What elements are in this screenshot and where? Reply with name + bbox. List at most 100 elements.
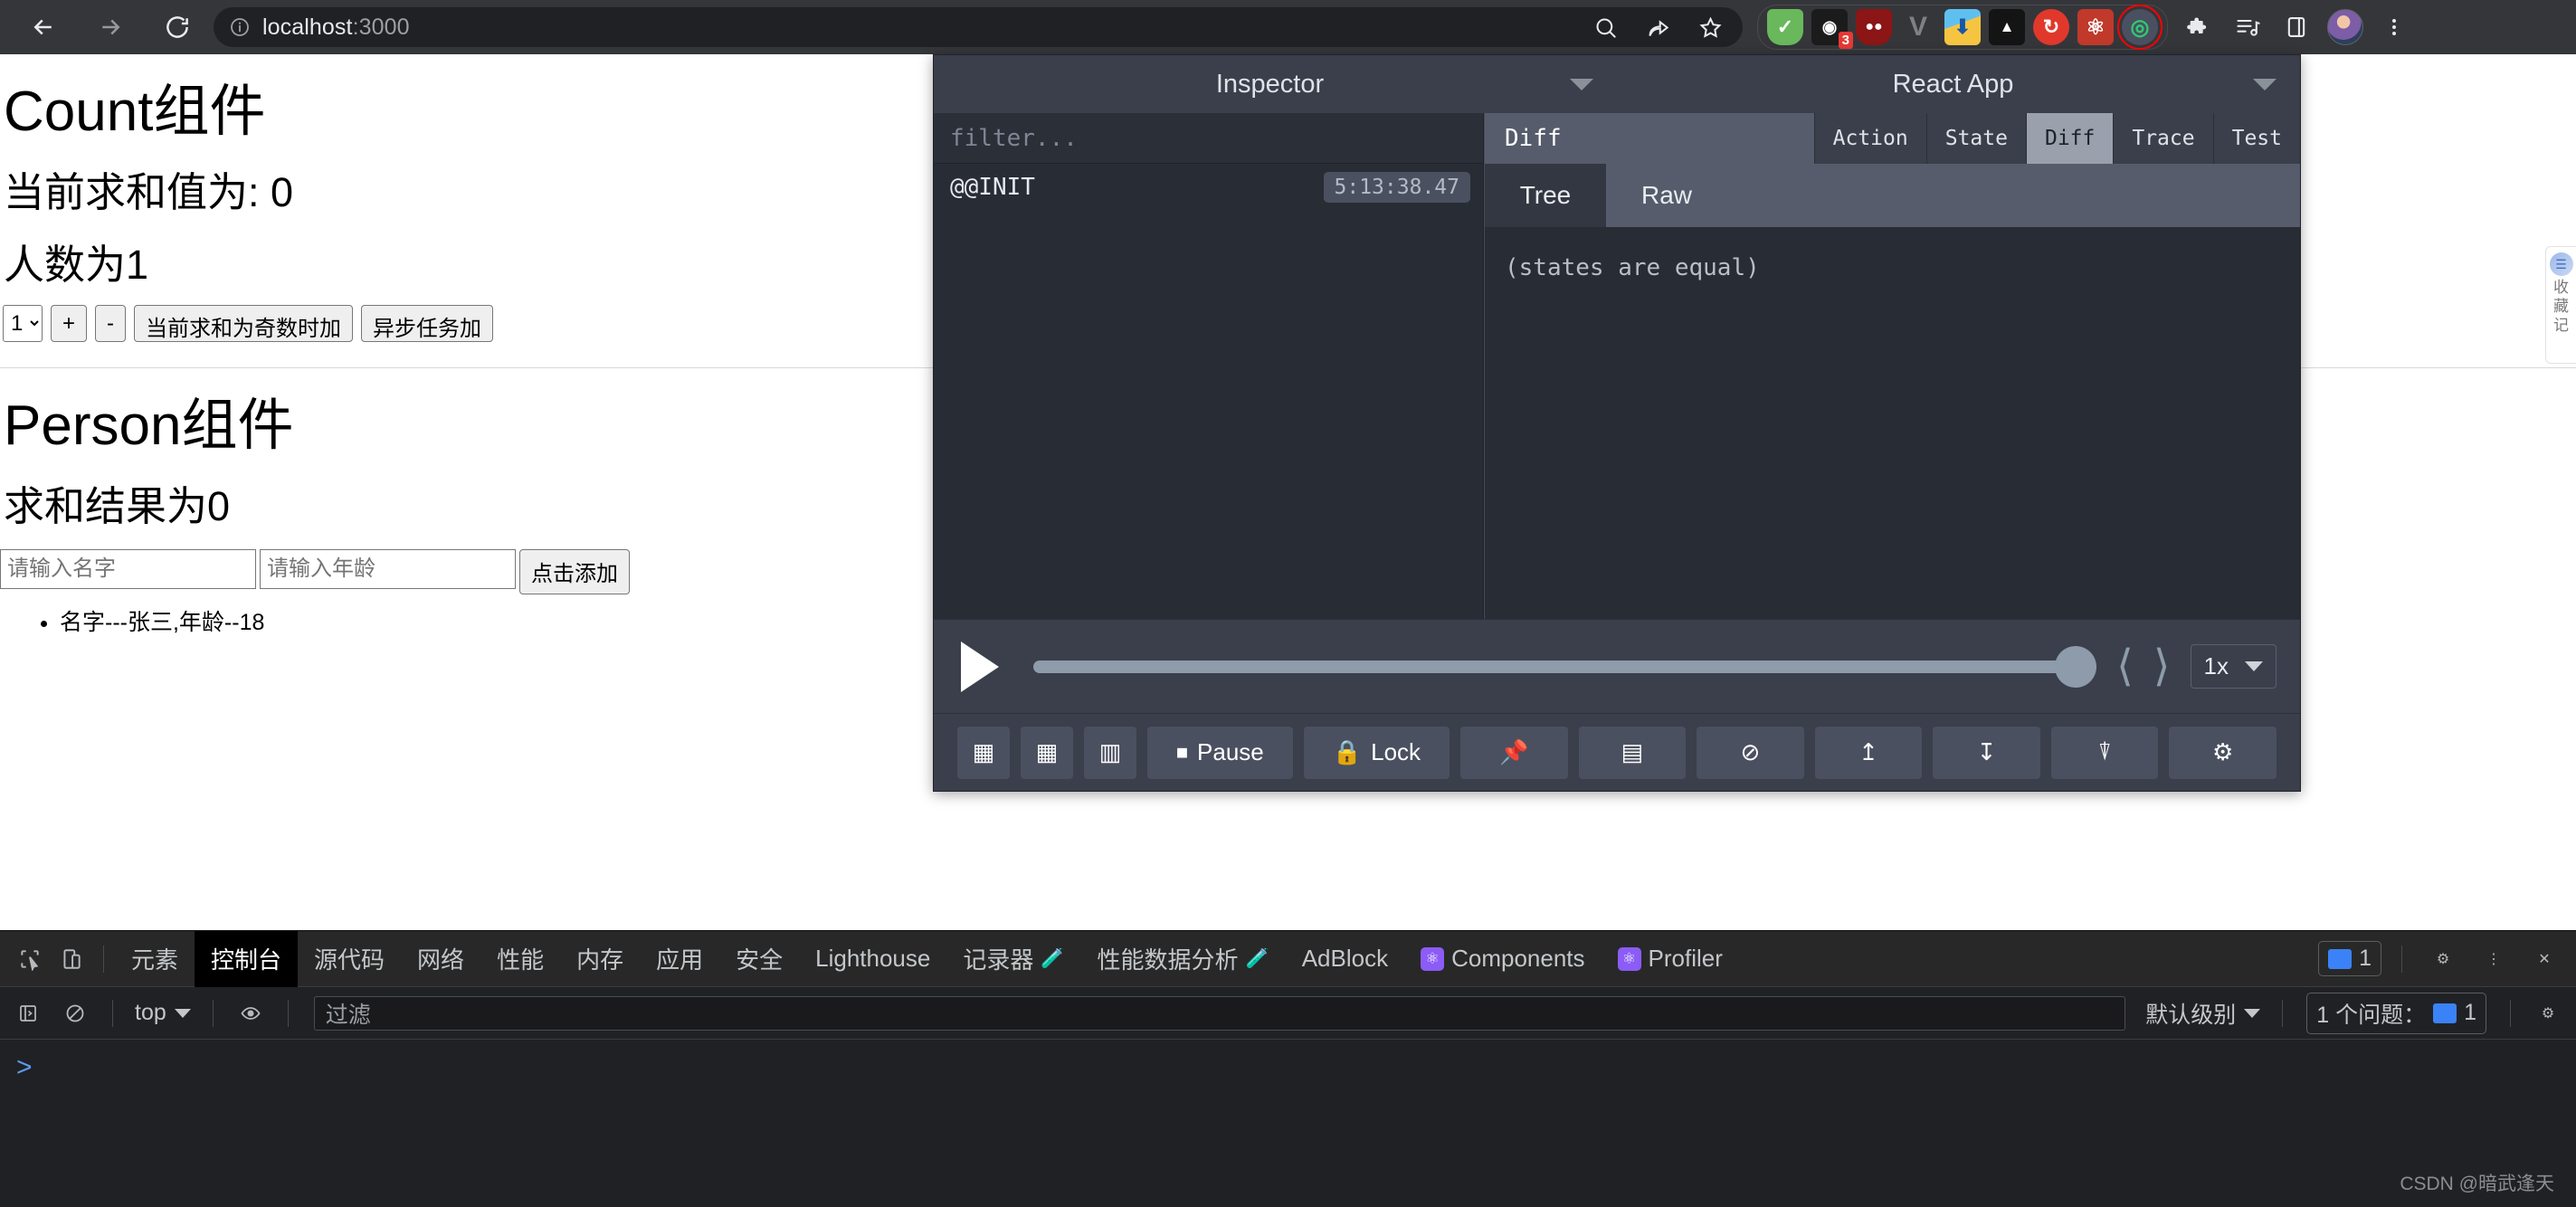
persist-pin-icon[interactable]: 📌	[1460, 726, 1568, 779]
ublock-origin-icon[interactable]: ◉ 3	[1811, 9, 1853, 49]
react-devtools-icon[interactable]: ⚛	[2077, 9, 2114, 45]
instance-selector[interactable]: React App	[1617, 55, 2300, 113]
decrement-button[interactable]: -	[95, 305, 127, 343]
tab-action[interactable]: Action	[1813, 113, 1926, 164]
reload-icon[interactable]	[154, 4, 201, 51]
count-step-select[interactable]: 1 2 3	[3, 305, 43, 343]
clear-console-icon[interactable]	[54, 993, 96, 1034]
remote-devices-icon[interactable]: ▤	[1578, 726, 1687, 779]
tampermonkey-icon[interactable]: ↻	[2033, 9, 2069, 45]
tab-raw[interactable]: Raw	[1606, 164, 1727, 227]
layout-vertical-icon[interactable]: ▦	[957, 726, 1010, 779]
close-icon[interactable]: ✕	[2524, 938, 2565, 980]
time-travel-slider[interactable]	[1033, 645, 2097, 688]
add-person-button[interactable]: 点击添加	[519, 548, 630, 594]
chevron-down-icon[interactable]	[2253, 78, 2277, 90]
console-filter-input[interactable]: 过滤	[313, 995, 2126, 1031]
tab-sources[interactable]: 源代码	[298, 931, 401, 987]
live-expression-eye-icon[interactable]	[230, 993, 271, 1034]
tab-security[interactable]: 安全	[719, 931, 799, 987]
tab-adblock[interactable]: AdBlock	[1286, 931, 1404, 987]
device-toolbar-icon[interactable]	[51, 938, 92, 980]
tab-console[interactable]: 控制台	[195, 930, 299, 987]
settings-gear-icon[interactable]: ⚙	[2422, 938, 2464, 980]
back-arrow-icon[interactable]	[20, 4, 67, 51]
issues-summary-badge[interactable]: 1 个问题： 1	[2306, 992, 2486, 1034]
profile-avatar[interactable]	[2327, 9, 2363, 45]
chevron-down-icon	[174, 1008, 191, 1018]
tab-tree[interactable]: Tree	[1485, 164, 1606, 227]
slider-thumb[interactable]	[2055, 645, 2097, 688]
age-input[interactable]	[260, 548, 516, 589]
dark-reader-icon[interactable]: ▲	[1989, 9, 2025, 45]
tab-diff[interactable]: Diff	[2025, 113, 2114, 164]
reading-list-icon[interactable]	[2229, 9, 2266, 45]
tab-performance[interactable]: 性能	[480, 931, 560, 987]
playback-speed-select[interactable]: 1x	[2190, 644, 2277, 689]
tab-memory[interactable]: 内存	[560, 931, 640, 987]
page-side-widget[interactable]: ☰ 收 藏 记	[2545, 246, 2576, 364]
console-sidebar-icon[interactable]	[7, 993, 49, 1034]
lastpass-icon[interactable]: ●●	[1856, 9, 1892, 45]
issues-badge[interactable]: 1	[2318, 941, 2381, 976]
tab-recorder[interactable]: 记录器 🧪	[946, 931, 1080, 987]
tab-trace[interactable]: Trace	[2113, 113, 2213, 164]
pause-button[interactable]: ⏹ Pause	[1147, 726, 1293, 779]
side-panel-icon[interactable]	[2278, 9, 2315, 45]
log-level-selector[interactable]: 默认级别	[2140, 997, 2266, 1030]
monitor-tabs: Action State Diff Trace Test	[1813, 113, 2300, 164]
inspect-element-icon[interactable]	[9, 938, 51, 980]
share-icon[interactable]	[1640, 9, 1676, 45]
import-upload-icon[interactable]: ↥	[1814, 726, 1923, 779]
issue-icon	[2433, 1003, 2457, 1023]
search-icon[interactable]	[1587, 9, 1623, 45]
increment-if-odd-button[interactable]: 当前求和为奇数时加	[134, 305, 354, 343]
tab-recorder-label: 记录器	[963, 946, 1034, 974]
export-download-icon[interactable]: ↧	[1933, 726, 2040, 779]
address-bar[interactable]: localhost:3000	[214, 7, 1743, 47]
more-vertical-icon[interactable]: ⋮	[2473, 938, 2514, 980]
action-log-item[interactable]: @@INIT 5:13:38.47	[934, 164, 1483, 211]
name-input[interactable]	[0, 548, 256, 589]
tab-elements[interactable]: 元素	[115, 931, 195, 987]
tab-lighthouse[interactable]: Lighthouse	[799, 931, 946, 987]
filterbar-divider	[212, 999, 214, 1027]
tab-test[interactable]: Test	[2212, 113, 2300, 164]
settings-gear-icon[interactable]: ⚙	[2169, 726, 2277, 779]
layout-split-icon[interactable]: ▦	[1021, 726, 1073, 779]
vimium-icon[interactable]: V	[1900, 9, 1936, 45]
tab-application[interactable]: 应用	[640, 931, 719, 987]
idm-download-icon[interactable]: ⬇	[1944, 9, 1981, 45]
inspector-selector[interactable]: Inspector	[934, 55, 1617, 113]
console-output[interactable]: >	[0, 1040, 2576, 1207]
lock-icon: 🔒	[1332, 738, 1363, 765]
broadcast-icon[interactable]: ⍒	[2050, 726, 2159, 779]
filterbar-divider	[112, 999, 113, 1027]
action-filter-input[interactable]: filter...	[934, 113, 1483, 164]
redux-devtools-icon[interactable]: ◎	[2117, 5, 2163, 50]
tab-performance-insights[interactable]: 性能数据分析 🧪	[1081, 931, 1286, 987]
chevron-down-icon[interactable]	[1570, 78, 1593, 90]
lock-button[interactable]: 🔒 Lock	[1303, 726, 1450, 779]
play-icon[interactable]	[961, 641, 999, 692]
tab-profiler[interactable]: ⚛ Profiler	[1602, 931, 1739, 987]
increment-button[interactable]: +	[51, 305, 88, 343]
info-circle-icon[interactable]	[228, 15, 252, 39]
tab-state[interactable]: State	[1925, 113, 2026, 164]
bookmark-star-icon[interactable]	[1692, 9, 1728, 45]
redux-devtools-panel: Inspector React App filter... @@INIT 5:1…	[933, 54, 2301, 792]
tab-components[interactable]: ⚛ Components	[1404, 931, 1601, 987]
chevron-right-icon[interactable]: ⟩	[2153, 644, 2171, 689]
console-settings-gear-icon[interactable]: ⚙	[2527, 993, 2569, 1034]
chevron-left-icon[interactable]: ⟨	[2116, 644, 2134, 689]
note-doc-icon[interactable]: ☰	[2549, 252, 2573, 276]
extensions-puzzle-icon[interactable]	[2181, 9, 2217, 45]
adguard-shield-icon[interactable]: ✓	[1767, 9, 1803, 45]
increment-async-button[interactable]: 异步任务加	[361, 305, 494, 343]
context-selector[interactable]: top	[129, 1000, 196, 1026]
three-dot-menu-icon[interactable]	[2376, 9, 2412, 45]
layout-horizontal-icon[interactable]: ▥	[1084, 726, 1136, 779]
tab-network[interactable]: 网络	[401, 931, 480, 987]
forward-arrow-icon[interactable]	[87, 4, 134, 51]
stop-recording-icon[interactable]: ⊘	[1697, 726, 1804, 779]
